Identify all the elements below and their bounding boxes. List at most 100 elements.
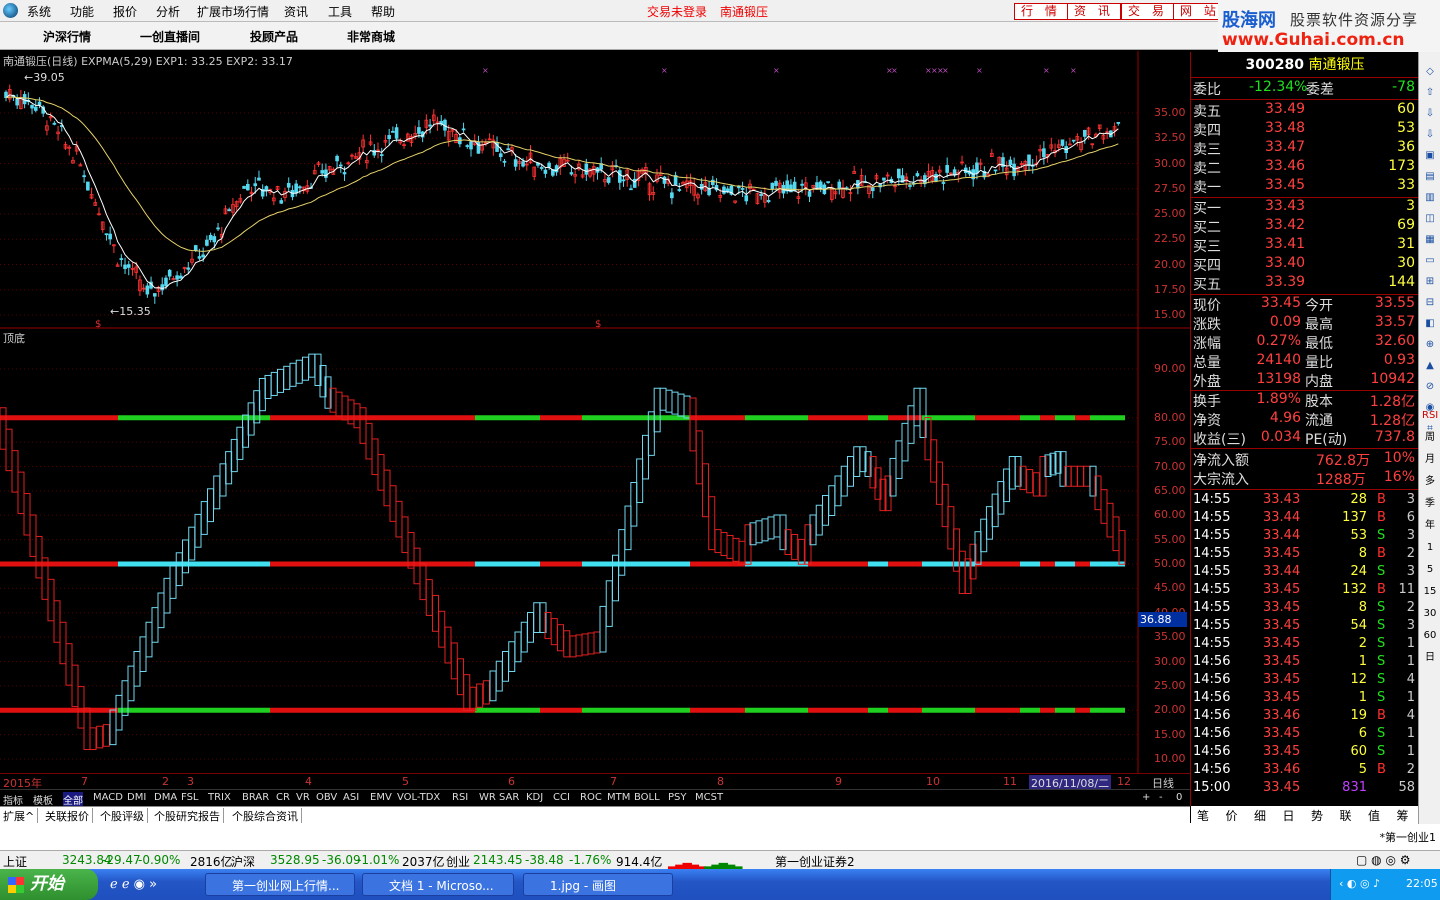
nav-hs-market[interactable]: 沪深行情 [43, 28, 91, 45]
tick-row[interactable]: 14:55 33.44 137 B 6 [1191, 510, 1419, 528]
indicator-tab[interactable]: MCST [695, 792, 723, 803]
indicator-tab[interactable]: BRAR [242, 792, 269, 803]
indicator-tab[interactable]: CCI [553, 792, 570, 803]
panel-tab[interactable]: 日 [1283, 807, 1295, 824]
menu-function[interactable]: 功能 [70, 3, 94, 20]
chart-area[interactable]: × × × × × × × × × × × × $ $ 南通锻压(日线) EXPMA(5,29) EXP1… [0, 51, 1190, 789]
panel-tab[interactable]: 联 [1340, 807, 1352, 824]
ext-tab-rating[interactable]: 个股评级 [97, 808, 148, 824]
period-tool[interactable]: 多 [1422, 474, 1438, 490]
tool-icon[interactable]: ▣ [1422, 148, 1438, 164]
period-tool[interactable]: 月 [1422, 452, 1438, 468]
menu-help[interactable]: 帮助 [371, 3, 395, 20]
indicator-tab[interactable]: 全部 [63, 792, 83, 807]
panel-tab[interactable]: 笔 [1197, 807, 1209, 824]
tick-row[interactable]: 14:56 33.45 1 S 1 [1191, 654, 1419, 672]
indicator-tab[interactable]: VR [296, 792, 310, 803]
panel-tab[interactable]: 价 [1226, 807, 1238, 824]
sell-level[interactable]: 卖五 33.49 60 [1191, 101, 1419, 120]
tick-row[interactable]: 14:55 33.43 28 B 3 [1191, 492, 1419, 510]
panel-tab[interactable]: 势 [1311, 807, 1323, 824]
ext-tab-expand[interactable]: 扩展^ [0, 808, 39, 824]
sell-level[interactable]: 卖四 33.48 53 [1191, 120, 1419, 139]
tool-icon[interactable]: ⊘ [1422, 379, 1438, 395]
indicator-tab[interactable]: BOLL [634, 792, 660, 803]
menu-analysis[interactable]: 分析 [156, 3, 180, 20]
indicator-tab[interactable]: WR [479, 792, 496, 803]
tool-icon[interactable]: ▥ [1422, 190, 1438, 206]
period-tool[interactable]: 30 [1422, 606, 1438, 622]
panel-tab[interactable]: 细 [1254, 807, 1266, 824]
tick-row[interactable]: 14:56 33.46 19 B 4 [1191, 708, 1419, 726]
tool-icon[interactable]: ▭ [1422, 253, 1438, 269]
period-tool[interactable]: 1 [1422, 540, 1438, 556]
buy-level[interactable]: 买四 33.40 30 [1191, 255, 1419, 274]
tick-row[interactable]: 15:00 33.45 831 58 [1191, 780, 1419, 798]
quote-button[interactable]: 行 情 [1014, 3, 1068, 20]
nav-live[interactable]: 一创直播间 [140, 28, 200, 45]
indicator-tab[interactable]: FSL [181, 792, 199, 803]
tick-row[interactable]: 14:55 33.45 132 B 11 [1191, 582, 1419, 600]
indicator-tab[interactable]: 指标 [3, 792, 23, 807]
period-tool[interactable]: RSI [1422, 408, 1438, 424]
zoom-in-button[interactable]: + [1142, 792, 1150, 803]
quick-launch-ie-icon[interactable]: ℯ ℯ ◉ » [110, 877, 157, 892]
tool-icon[interactable]: ⊞ [1422, 274, 1438, 290]
indicator-tab[interactable]: RSI [452, 792, 468, 803]
period-tool[interactable]: 周 [1422, 430, 1438, 446]
indicator-tab[interactable]: DMI [127, 792, 146, 803]
indicator-tab[interactable]: KDJ [526, 792, 543, 803]
indicator-tab[interactable]: 模板 [33, 792, 53, 807]
tick-row[interactable]: 14:55 33.45 8 S 2 [1191, 600, 1419, 618]
tick-row[interactable]: 14:56 33.46 5 B 2 [1191, 762, 1419, 780]
chart-canvas[interactable]: × × × ×× × × ×× × × ×$ $ [0, 51, 1190, 773]
task-window-3[interactable]: 1.jpg - 画图 [523, 873, 673, 896]
tool-icon[interactable]: ⊕ [1422, 337, 1438, 353]
indicator-tab[interactable]: MTM [607, 792, 630, 803]
indicator-tab[interactable]: OBV [316, 792, 337, 803]
buy-level[interactable]: 买三 33.41 31 [1191, 236, 1419, 255]
indicator-tab[interactable]: DMA [154, 792, 177, 803]
period-tool[interactable]: 15 [1422, 584, 1438, 600]
tool-icon[interactable]: ◫ [1422, 211, 1438, 227]
buy-level[interactable]: 买二 33.42 69 [1191, 217, 1419, 236]
indicator-tab[interactable]: EMV [370, 792, 392, 803]
tool-icon[interactable]: ⇩ [1422, 106, 1438, 122]
tool-icon[interactable]: ◇ [1422, 64, 1438, 80]
tool-icon[interactable]: ◧ [1422, 316, 1438, 332]
sell-level[interactable]: 卖三 33.47 36 [1191, 139, 1419, 158]
index-name[interactable]: 创业 [446, 853, 470, 870]
sell-level[interactable]: 卖二 33.46 173 [1191, 158, 1419, 177]
zoom-out-button[interactable]: - [1159, 792, 1163, 803]
news-button[interactable]: 资 讯 [1067, 3, 1121, 20]
indicator-tab[interactable]: ASI [343, 792, 359, 803]
tick-row[interactable]: 14:55 33.45 8 B 2 [1191, 546, 1419, 564]
indicator-tab[interactable]: MACD [93, 792, 123, 803]
menu-system[interactable]: 系统 [27, 3, 51, 20]
tick-row[interactable]: 14:56 33.45 12 S 4 [1191, 672, 1419, 690]
ext-tab-news[interactable]: 个股综合资讯 [229, 808, 302, 824]
ext-tab-research[interactable]: 个股研究报告 [151, 808, 224, 824]
trade-button[interactable]: 交 易 [1121, 3, 1175, 20]
menu-info[interactable]: 资讯 [284, 3, 308, 20]
tick-row[interactable]: 14:55 33.45 54 S 3 [1191, 618, 1419, 636]
tick-row[interactable]: 14:56 33.45 60 S 1 [1191, 744, 1419, 762]
indicator-tab[interactable]: TRIX [208, 792, 231, 803]
indicator-tab[interactable]: CR [276, 792, 290, 803]
tick-row[interactable]: 14:55 33.44 24 S 3 [1191, 564, 1419, 582]
buy-level[interactable]: 买五 33.39 144 [1191, 274, 1419, 293]
panel-tab[interactable]: 筹 [1397, 807, 1409, 824]
indicator-tab[interactable]: PSY [668, 792, 687, 803]
tool-icon[interactable]: ⇩ [1422, 127, 1438, 143]
tick-row[interactable]: 14:56 33.45 1 S 1 [1191, 690, 1419, 708]
period-tool[interactable]: 60 [1422, 628, 1438, 644]
period-tool[interactable]: 5 [1422, 562, 1438, 578]
start-button[interactable]: 开始 [0, 869, 98, 900]
tool-icon[interactable]: ⇧ [1422, 85, 1438, 101]
tick-row[interactable]: 14:55 33.44 53 S 3 [1191, 528, 1419, 546]
index-name[interactable]: 沪深 [231, 853, 255, 870]
panel-tab[interactable]: 值 [1368, 807, 1380, 824]
period-tool[interactable]: 日 [1422, 650, 1438, 666]
indicator-tab[interactable]: SAR [499, 792, 519, 803]
tray-icons[interactable]: ‹ ◐ ◎ ♪ [1339, 877, 1380, 890]
